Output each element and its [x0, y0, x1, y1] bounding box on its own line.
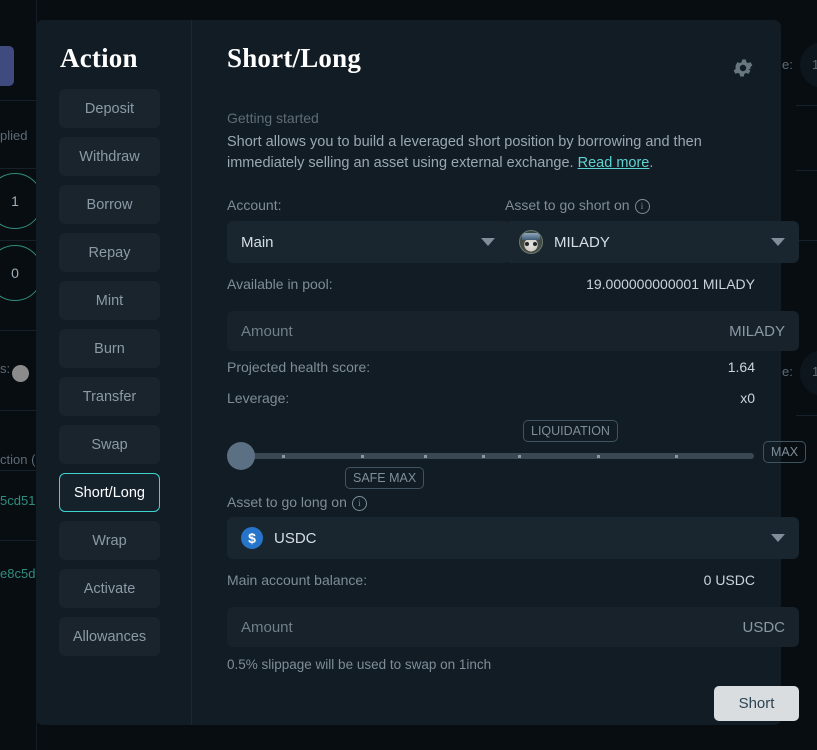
slider-track[interactable]	[230, 453, 754, 459]
liquidation-badge[interactable]: LIQUIDATION	[523, 420, 618, 442]
sidebar-item-deposit[interactable]: Deposit	[59, 89, 160, 128]
main-account-balance-label: Main account balance:	[227, 572, 368, 588]
sidebar-item-repay[interactable]: Repay	[59, 233, 160, 272]
sidebar-item-activate[interactable]: Activate	[59, 569, 160, 608]
sidebar-item-allowances[interactable]: Allowances	[59, 617, 160, 656]
background-value: 1	[812, 364, 817, 379]
background-link[interactable]: 5cd51	[0, 493, 35, 508]
max-badge[interactable]: MAX	[763, 441, 807, 463]
background-toggle[interactable]	[12, 365, 29, 382]
action-sidebar: Action Deposit Withdraw Borrow Repay Min…	[36, 20, 191, 665]
account-select-value: Main	[241, 233, 274, 251]
usdc-token-icon	[241, 527, 263, 549]
asset-short-label-text: Asset to go short on	[505, 197, 630, 213]
sidebar-item-transfer[interactable]: Transfer	[59, 377, 160, 416]
info-icon[interactable]: i	[351, 495, 367, 511]
bg-divider	[0, 330, 36, 331]
sidebar-item-burn[interactable]: Burn	[59, 329, 160, 368]
asset-short-value: MILADY	[554, 233, 610, 251]
slider-tick	[596, 454, 600, 458]
bg-divider	[0, 470, 36, 471]
bg-divider	[796, 240, 817, 241]
sidebar-title: Action	[60, 43, 138, 73]
bg-divider	[0, 410, 36, 411]
background-text: e:	[782, 364, 793, 379]
slippage-note: 0.5% slippage will be used to swap on 1i…	[227, 657, 492, 672]
background-text: plied	[0, 128, 28, 143]
sidebar-list: Deposit Withdraw Borrow Repay Mint Burn …	[36, 89, 191, 656]
asset-short-select[interactable]: MILADY	[505, 221, 799, 263]
page-title: Short/Long	[227, 43, 362, 73]
asset-long-label-text: Asset to go long on	[227, 494, 347, 510]
milady-token-icon	[519, 230, 543, 254]
projected-health-score-value: 1.64	[727, 359, 755, 375]
short-submit-button[interactable]: Short	[714, 686, 799, 721]
chevron-down-icon	[481, 238, 495, 246]
sidebar-item-withdraw[interactable]: Withdraw	[59, 137, 160, 176]
slider-tick	[423, 454, 427, 458]
asset-short-label: Asset to go short on i	[505, 197, 650, 214]
safe-max-badge[interactable]: SAFE MAX	[345, 467, 425, 489]
leverage-label: Leverage:	[227, 390, 290, 406]
background-link[interactable]: e8c5d	[0, 566, 35, 581]
chevron-down-icon	[771, 534, 785, 542]
background-text: ction (	[0, 452, 36, 467]
leverage-value: x0	[740, 390, 755, 406]
amount-long-suffix: USDC	[742, 618, 785, 636]
slider-tick	[361, 454, 364, 458]
background-text: e:	[782, 57, 793, 72]
bg-divider	[796, 170, 817, 171]
bg-divider	[796, 415, 817, 416]
amount-long-input[interactable]: Amount USDC	[227, 607, 799, 647]
slider-tick	[282, 454, 286, 458]
bg-divider	[0, 168, 36, 169]
description-text: Short allows you to build a leveraged sh…	[227, 132, 719, 174]
app-root: plied s: ction ( e: e: 5cd51 e8c5d 1 0 1…	[0, 0, 817, 750]
projected-health-score-label: Projected health score:	[227, 359, 371, 375]
sidebar-item-wrap[interactable]: Wrap	[59, 521, 160, 560]
amount-short-suffix: MILADY	[729, 322, 785, 340]
bg-divider	[0, 540, 36, 541]
description-part2: .	[649, 155, 654, 171]
asset-long-label: Asset to go long on i	[227, 494, 367, 511]
asset-long-select[interactable]: USDC	[227, 517, 799, 559]
bg-divider	[796, 105, 817, 106]
background-button[interactable]	[0, 46, 14, 86]
account-label: Account:	[227, 197, 282, 213]
background-value: 1	[812, 57, 817, 72]
account-select[interactable]: Main	[227, 221, 509, 263]
slider-tick	[481, 454, 485, 458]
amount-long-placeholder: Amount	[241, 618, 293, 636]
sidebar-item-mint[interactable]: Mint	[59, 281, 160, 320]
info-icon[interactable]: i	[634, 198, 650, 214]
amount-short-input[interactable]: Amount MILADY	[227, 311, 799, 351]
chevron-down-icon	[771, 238, 785, 246]
sidebar-item-swap[interactable]: Swap	[59, 425, 160, 464]
bg-divider	[0, 100, 36, 101]
background-text: s:	[0, 361, 11, 376]
bg-divider	[0, 240, 36, 241]
dialog-content: Short/Long Getting started Short allows …	[192, 20, 807, 725]
slider-thumb[interactable]	[227, 442, 255, 470]
gear-icon[interactable]	[731, 56, 755, 80]
read-more-link[interactable]: Read more	[578, 155, 650, 171]
short-long-dialog: Action Deposit Withdraw Borrow Repay Min…	[36, 20, 807, 725]
sidebar-item-borrow[interactable]: Borrow	[59, 185, 160, 224]
slider-tick	[675, 454, 679, 458]
available-in-pool-label: Available in pool:	[227, 276, 333, 292]
main-account-balance-value: 0 USDC	[703, 572, 755, 588]
available-in-pool-value: 19.000000000001 MILADY	[586, 276, 755, 292]
sidebar-item-short-long[interactable]: Short/Long	[59, 473, 160, 512]
slider-tick	[518, 454, 522, 458]
amount-short-placeholder: Amount	[241, 322, 293, 340]
asset-long-value: USDC	[274, 529, 317, 547]
leverage-slider[interactable]: LIQUIDATION SAFE MAX MAX	[227, 420, 807, 498]
getting-started-label: Getting started	[227, 110, 319, 126]
